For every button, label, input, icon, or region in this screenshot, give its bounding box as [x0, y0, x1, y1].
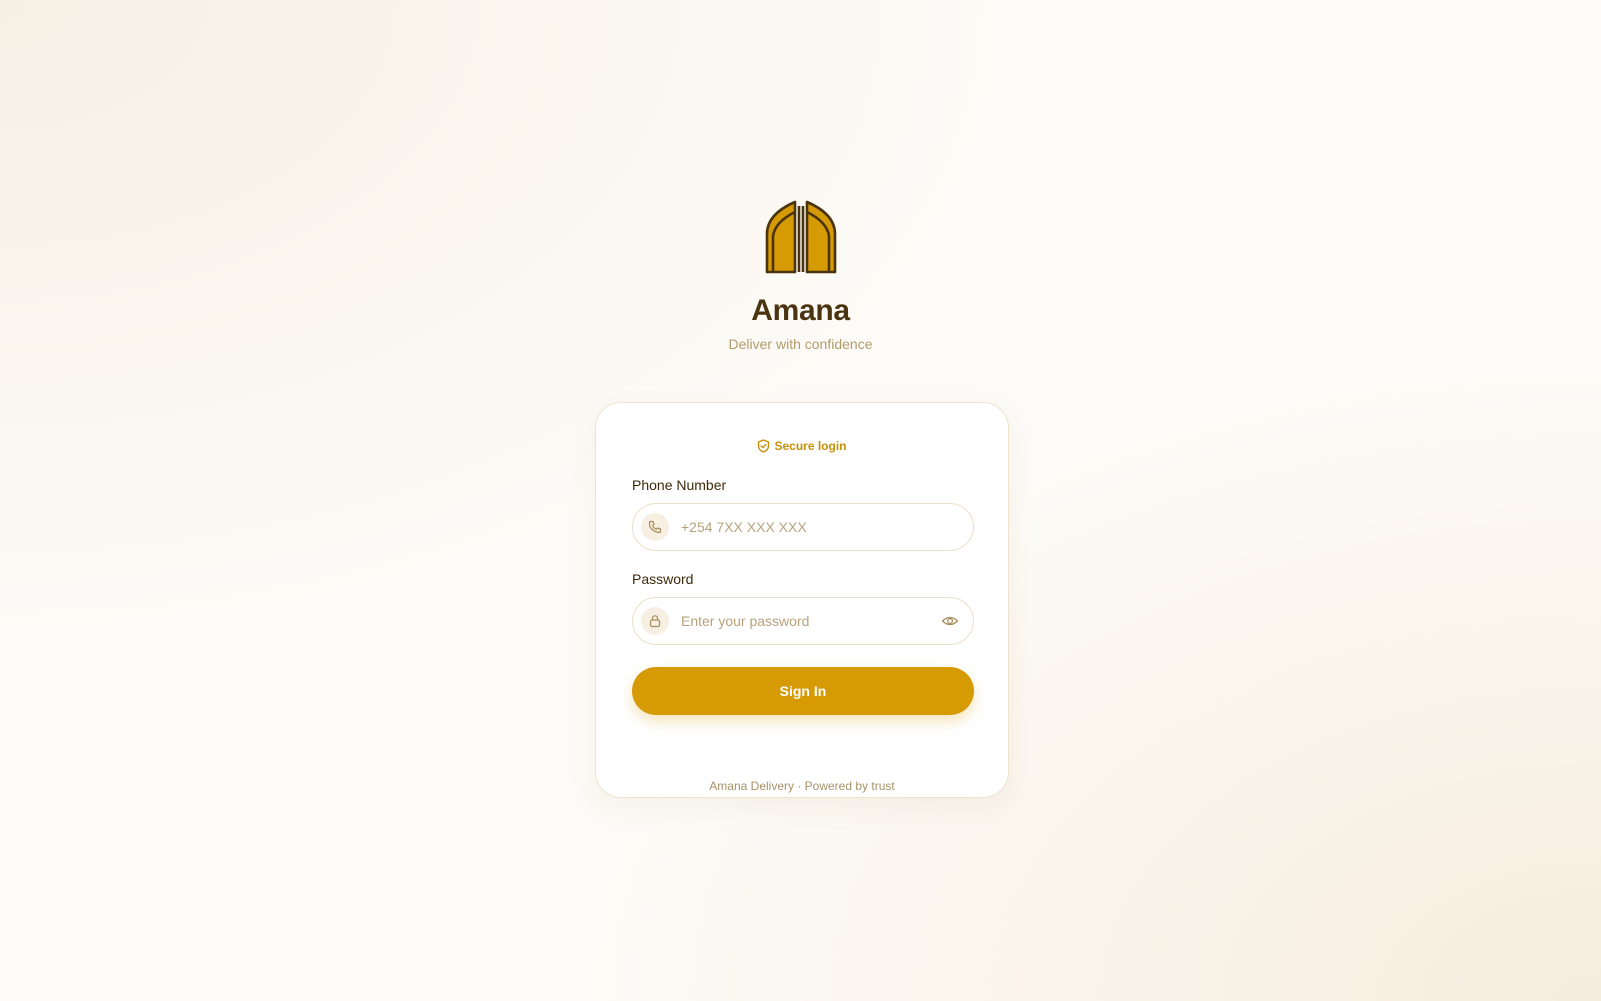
secure-login-label: Secure login	[774, 439, 847, 453]
password-label: Password	[632, 571, 694, 587]
app-tagline: Deliver with confidence	[728, 336, 873, 352]
card-footer: Amana Delivery · Powered by trust	[709, 779, 895, 793]
phone-number-label: Phone Number	[632, 477, 727, 493]
lock-icon	[641, 607, 669, 635]
password-input[interactable]	[681, 598, 931, 644]
arched-gates-logo	[765, 200, 836, 274]
password-field[interactable]	[632, 597, 974, 645]
secure-login-badge: Secure login	[596, 439, 1008, 453]
sign-in-button[interactable]: Sign In	[632, 667, 974, 715]
login-card: Secure login Phone Number Password Sign …	[595, 402, 1009, 798]
eye-icon[interactable]	[941, 613, 959, 629]
app-title: Amana	[751, 294, 850, 327]
phone-number-input[interactable]	[681, 504, 931, 550]
brand-header: Amana Deliver with confidence	[0, 200, 1601, 354]
phone-number-field[interactable]	[632, 503, 974, 551]
shield-check-icon	[758, 439, 770, 453]
phone-icon	[641, 513, 669, 541]
